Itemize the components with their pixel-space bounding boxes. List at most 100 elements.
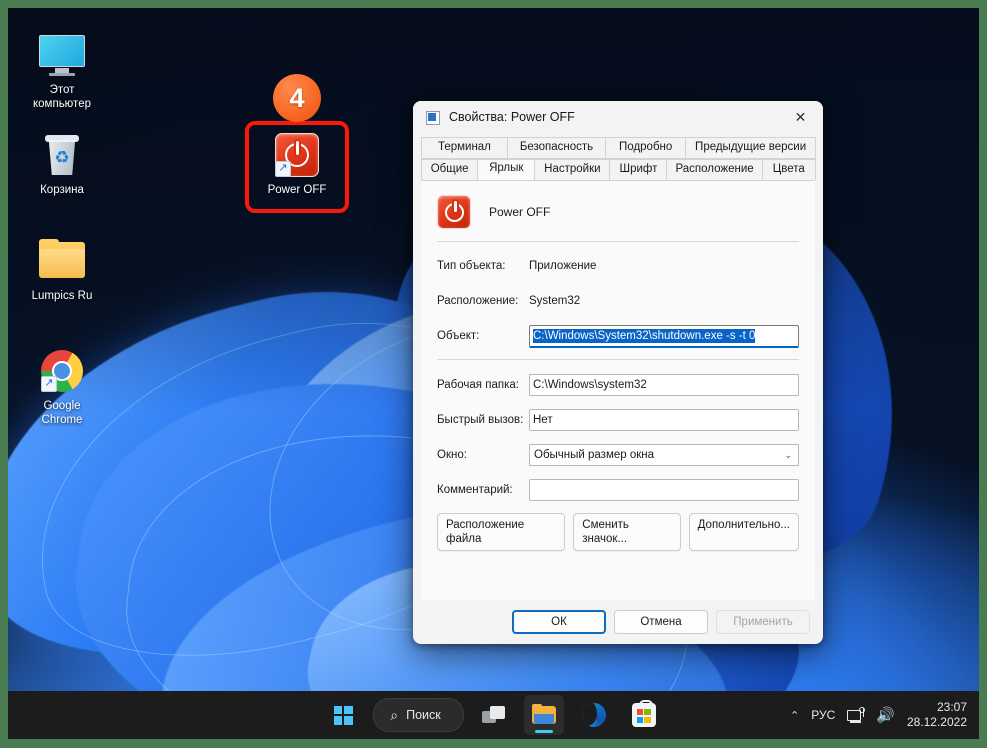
dialog-titlebar: Свойства: Power OFF ✕	[413, 101, 823, 133]
desktop-icon-label: компьютер	[33, 98, 91, 110]
field-hotkey: Быстрый вызов: Нет	[437, 408, 799, 432]
open-file-location-button[interactable]: Расположение файла	[437, 513, 566, 551]
working-directory-value: C:\Windows\system32	[533, 379, 647, 391]
windows-logo-icon	[333, 705, 353, 725]
field-object-type: Тип объекта: Приложение	[437, 254, 799, 278]
tray-overflow-chevron-icon[interactable]: ⌃	[790, 709, 799, 722]
shortcut-name: Power OFF	[489, 205, 551, 219]
tray-clock[interactable]: 23:07 28.12.2022	[907, 700, 967, 730]
desktop-icon-label: Корзина	[40, 184, 84, 196]
change-icon-button[interactable]: Сменить значок...	[573, 513, 681, 551]
folder-icon	[16, 236, 108, 286]
field-label: Расположение:	[437, 295, 519, 307]
comment-input[interactable]	[529, 479, 799, 501]
annotation-step-badge: 4	[273, 74, 321, 122]
tab-layout[interactable]: Расположение	[666, 159, 763, 180]
desktop-icon-label: Power OFF	[267, 184, 327, 196]
tab-terminal[interactable]: Терминал	[421, 137, 508, 159]
advanced-button[interactable]: Дополнительно...	[688, 513, 799, 551]
field-value: Приложение	[529, 260, 597, 272]
taskbar: ⌕ Поиск ⌃ РУС 🔊 23:07 28.12.2022	[8, 691, 979, 739]
network-icon[interactable]	[847, 706, 866, 723]
field-window-mode: Окно: Обычный размер окна ⌄	[437, 443, 799, 467]
tab-font[interactable]: Шрифт	[609, 159, 668, 180]
tray-date: 28.12.2022	[906, 715, 967, 729]
chevron-down-icon: ⌄	[784, 449, 792, 460]
tray-language-indicator[interactable]: РУС	[811, 708, 835, 722]
tab-details[interactable]: Подробно	[605, 137, 687, 159]
field-value: System32	[529, 295, 581, 307]
file-explorer-button[interactable]	[523, 695, 564, 735]
microsoft-edge-button[interactable]	[574, 695, 614, 735]
field-target: Объект: C:\Windows\System32\shutdown.exe…	[437, 324, 799, 348]
hotkey-value: Нет	[533, 414, 553, 426]
tab-row-bottom: Общие Ярлык Настройки Шрифт Расположение…	[421, 159, 816, 180]
edge-icon	[581, 703, 606, 727]
screenshot-root: Этот компьютер ♻ Корзина Lumpics Ru ↗ Go…	[0, 0, 987, 748]
shortcut-arrow-icon: ↗	[41, 376, 57, 392]
folder-icon	[531, 704, 557, 726]
field-label: Быстрый вызов:	[437, 414, 524, 426]
desktop-icon-lumpics-ru[interactable]: Lumpics Ru	[16, 236, 108, 303]
shortcut-action-buttons: Расположение файла Сменить значок... Доп…	[437, 513, 799, 551]
monitor-icon	[16, 30, 108, 80]
desktop-icon-label: Chrome	[41, 414, 83, 426]
field-working-directory: Рабочая папка: C:\Windows\system32	[437, 373, 799, 397]
dialog-footer: ОК Отмена Применить	[413, 600, 823, 634]
chrome-icon: ↗	[16, 346, 108, 396]
tab-colors[interactable]: Цвета	[761, 159, 816, 180]
divider	[437, 241, 799, 242]
search-icon: ⌕	[390, 706, 399, 723]
tab-previous-versions[interactable]: Предыдущие версии	[685, 137, 816, 159]
taskbar-search[interactable]: ⌕ Поиск	[373, 698, 464, 732]
field-comment: Комментарий:	[437, 478, 799, 502]
power-off-icon	[437, 195, 471, 229]
desktop-icon-label: Google	[43, 400, 81, 412]
desktop-icon-label: Этот	[49, 84, 75, 96]
tab-row-top: Терминал Безопасность Подробно Предыдущи…	[421, 137, 816, 159]
tab-general[interactable]: Общие	[421, 159, 479, 180]
apply-button[interactable]: Применить	[716, 610, 810, 634]
field-label: Тип объекта:	[437, 260, 506, 272]
field-location: Расположение: System32	[437, 289, 799, 313]
field-label: Объект:	[437, 330, 480, 342]
field-label: Рабочая папка:	[437, 379, 519, 391]
target-input-value: C:\Windows\System32\shutdown.exe -s -t 0	[533, 328, 756, 343]
desktop-icon-google-chrome[interactable]: ↗ Google Chrome	[16, 346, 108, 427]
microsoft-store-button[interactable]	[624, 695, 664, 735]
ok-button[interactable]: ОК	[512, 610, 606, 634]
cancel-button[interactable]: Отмена	[614, 610, 708, 634]
tab-settings[interactable]: Настройки	[534, 159, 611, 180]
tab-security[interactable]: Безопасность	[506, 137, 607, 159]
store-icon	[631, 700, 656, 727]
properties-dialog: Свойства: Power OFF ✕ Терминал Безопасно…	[413, 101, 823, 644]
divider	[437, 359, 799, 360]
desktop-screen: Этот компьютер ♻ Корзина Lumpics Ru ↗ Go…	[8, 8, 979, 739]
desktop-icon-this-pc[interactable]: Этот компьютер	[16, 30, 108, 111]
close-icon[interactable]: ✕	[778, 101, 823, 133]
dialog-tabstrip: Терминал Безопасность Подробно Предыдущи…	[413, 133, 823, 180]
shortcut-properties-icon	[424, 109, 440, 125]
target-input[interactable]: C:\Windows\System32\shutdown.exe -s -t 0	[529, 324, 799, 348]
field-label: Окно:	[437, 449, 467, 461]
task-view-button[interactable]	[474, 695, 514, 735]
tray-time: 23:07	[936, 700, 967, 714]
desktop-icon-recycle-bin[interactable]: ♻ Корзина	[16, 130, 108, 197]
window-mode-select[interactable]: Обычный размер окна ⌄	[529, 444, 799, 466]
start-button[interactable]	[323, 695, 363, 735]
recycle-bin-icon: ♻	[16, 130, 108, 180]
shortcut-arrow-icon: ↗	[275, 161, 291, 177]
desktop-icon-power-off[interactable]: ↗ Power OFF	[251, 130, 343, 197]
tab-shortcut[interactable]: Ярлык	[477, 159, 536, 180]
volume-icon[interactable]: 🔊	[876, 706, 895, 724]
hotkey-input[interactable]: Нет	[529, 409, 799, 431]
window-mode-value: Обычный размер окна	[534, 449, 655, 461]
desktop-icon-label: Lumpics Ru	[31, 290, 93, 302]
dialog-title: Свойства: Power OFF	[449, 110, 575, 124]
field-label: Комментарий:	[437, 484, 513, 496]
working-directory-input[interactable]: C:\Windows\system32	[529, 374, 799, 396]
system-tray: ⌃ РУС 🔊 23:07 28.12.2022	[790, 700, 979, 730]
search-label: Поиск	[406, 708, 441, 722]
shortcut-header: Power OFF	[437, 195, 799, 229]
task-view-icon	[481, 705, 506, 725]
